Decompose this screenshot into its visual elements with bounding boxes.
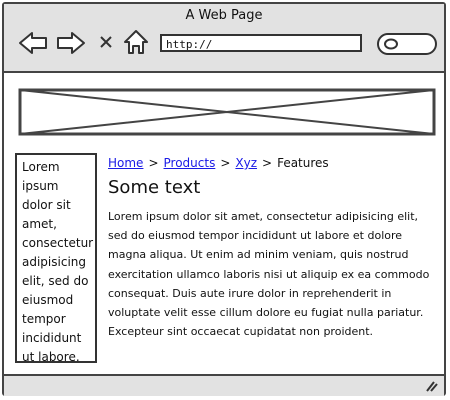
- breadcrumb-current: Features: [277, 156, 329, 170]
- home-icon[interactable]: [122, 28, 150, 56]
- sidebar-text-panel: Lorem ipsum dolor sit amet, consectetur …: [15, 153, 97, 364]
- breadcrumb-xyz-link[interactable]: Xyz: [235, 156, 257, 170]
- breadcrumb-separator: >: [262, 156, 273, 170]
- url-field[interactable]: http://: [160, 34, 362, 52]
- browser-toolbar: A Web Page http://: [4, 4, 444, 73]
- search-field[interactable]: [377, 33, 437, 55]
- breadcrumb-separator: >: [148, 156, 159, 170]
- status-bar: [4, 374, 444, 396]
- arrow-left-icon[interactable]: [18, 30, 48, 56]
- browser-window: A Web Page http:// Lorem ipsum dolor sit…: [2, 2, 446, 396]
- breadcrumb-separator: >: [220, 156, 231, 170]
- close-icon[interactable]: [98, 34, 114, 50]
- breadcrumb-products-link[interactable]: Products: [164, 156, 216, 170]
- resize-grip-icon[interactable]: [424, 378, 438, 392]
- search-field-icon: [384, 38, 398, 50]
- breadcrumb-home-link[interactable]: Home: [108, 156, 143, 170]
- window-title: A Web Page: [185, 8, 263, 23]
- arrow-right-icon[interactable]: [56, 30, 86, 56]
- body-paragraph: Lorem ipsum dolor sit amet, consectetur …: [108, 210, 430, 339]
- breadcrumb: Home > Products > Xyz > Features: [108, 156, 329, 170]
- image-placeholder-icon: [18, 88, 436, 136]
- page-heading: Some text: [108, 177, 201, 198]
